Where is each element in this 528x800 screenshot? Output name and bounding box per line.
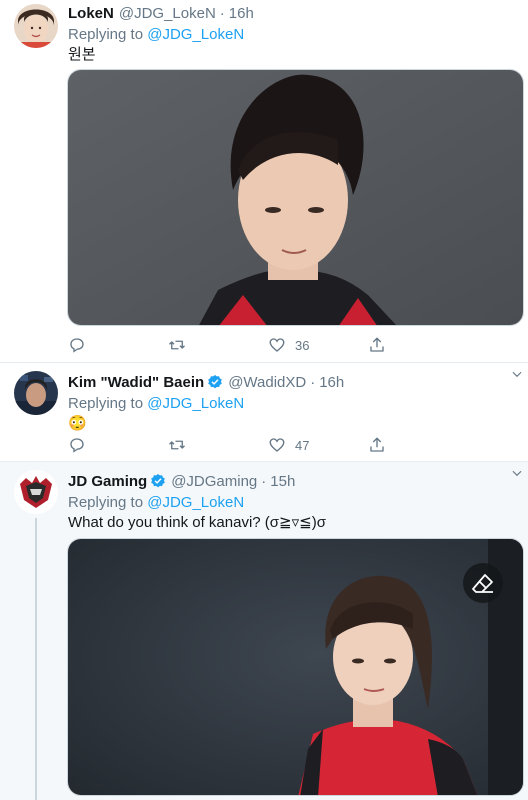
timestamp[interactable]: 15h (270, 473, 295, 490)
display-name[interactable]: LokeN (68, 5, 114, 22)
separator-dot: · (310, 373, 316, 391)
timestamp[interactable]: 16h (319, 374, 344, 391)
tweet-text: 😳 (68, 415, 87, 432)
tweet-text: What do you think of kanavi? (σ≧▿≦)σ (68, 514, 326, 531)
reply-button[interactable] (68, 335, 168, 355)
like-icon (269, 338, 285, 352)
handle[interactable]: @JDG_LokeN (119, 5, 216, 22)
replying-to: Replying to @JDG_LokeN (68, 493, 514, 512)
mention-link[interactable]: @JDG_LokeN (147, 395, 244, 412)
mention-link[interactable]: @JDG_LokeN (147, 26, 244, 43)
timestamp[interactable]: 16h (229, 5, 254, 22)
replying-to: Replying to @JDG_LokeN (68, 25, 514, 44)
tweet-photo[interactable] (67, 69, 524, 326)
like-button[interactable]: 47 (268, 435, 368, 455)
retweet-icon (169, 440, 185, 450)
retweet-icon (169, 340, 185, 350)
tweet-photo[interactable] (67, 538, 524, 796)
replying-label: Replying to (68, 494, 148, 511)
verified-badge-icon (208, 375, 222, 389)
handle[interactable]: @WadidXD (228, 374, 306, 391)
like-count: 47 (295, 437, 310, 453)
thread-line (35, 518, 37, 800)
tweet-actions: 36 (68, 335, 468, 355)
share-button[interactable] (368, 335, 468, 355)
share-button[interactable] (368, 435, 468, 455)
tweet-loken[interactable]: LokeN @JDG_LokeN · 16h Replying to @JDG_… (0, 0, 528, 363)
avatar[interactable] (14, 470, 58, 514)
tweet-text: 원본 (68, 46, 96, 63)
handle[interactable]: @JDGaming (171, 473, 257, 490)
display-name[interactable]: Kim "Wadid" Baein (68, 374, 204, 391)
eraser-icon (472, 574, 493, 593)
reply-icon (70, 338, 84, 353)
mention-link[interactable]: @JDG_LokeN (147, 494, 244, 511)
eraser-button[interactable] (463, 563, 503, 603)
separator-dot: · (219, 4, 225, 22)
share-icon (370, 437, 384, 452)
tweet-actions: 47 (68, 435, 468, 455)
avatar[interactable] (14, 371, 58, 415)
separator-dot: · (261, 472, 267, 490)
tweet-wadid[interactable]: Kim "Wadid" Baein @WadidXD · 16h Replyin… (0, 363, 528, 462)
verified-badge-icon (151, 474, 165, 488)
like-count: 36 (295, 337, 310, 353)
replying-to: Replying to @JDG_LokeN (68, 394, 514, 413)
avatar[interactable] (14, 4, 58, 48)
retweet-button[interactable] (168, 435, 268, 455)
reply-button[interactable] (68, 435, 168, 455)
share-icon (370, 337, 384, 352)
replying-label: Replying to (68, 26, 148, 43)
display-name[interactable]: JD Gaming (68, 473, 147, 490)
reply-icon (70, 438, 84, 453)
like-icon (269, 438, 285, 452)
like-button[interactable]: 36 (268, 335, 368, 355)
tweet-jdgaming[interactable]: JD Gaming @JDGaming · 15h Replying to @J… (0, 462, 528, 800)
replying-label: Replying to (68, 395, 148, 412)
retweet-button[interactable] (168, 335, 268, 355)
